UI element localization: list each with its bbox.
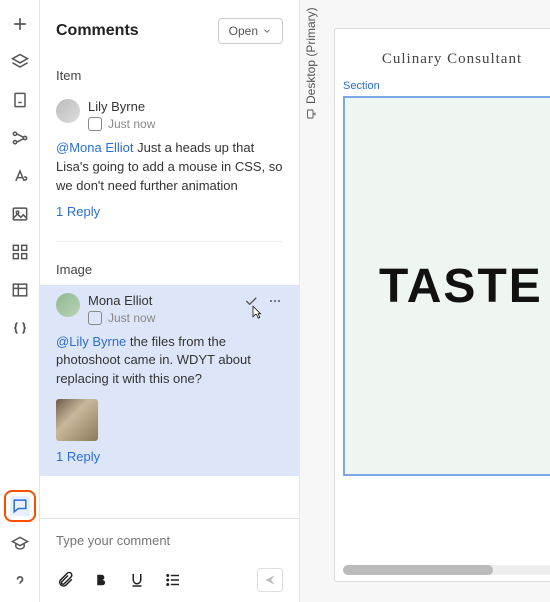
grid-icon[interactable] [10, 242, 30, 262]
mention[interactable]: @Lily Byrne [56, 334, 126, 349]
canvas-area: Desktop (Primary) Culinary Consultant Se… [300, 0, 550, 602]
preview-frame[interactable]: Culinary Consultant Section TASTE [334, 28, 550, 582]
comment-body: @Mona Elliot Just a heads up that Lisa's… [56, 139, 283, 196]
section-label-item: Item [40, 58, 299, 91]
page-heading: Culinary Consultant [335, 29, 550, 80]
bold-icon[interactable] [92, 571, 110, 589]
section-tag[interactable]: Section [335, 80, 550, 92]
learn-icon[interactable] [10, 534, 30, 554]
list-icon[interactable] [164, 571, 182, 589]
send-button[interactable] [257, 568, 283, 592]
connections-icon[interactable] [10, 128, 30, 148]
comment-time: Just now [108, 311, 155, 325]
panel-title: Comments [56, 22, 139, 40]
add-icon[interactable] [10, 14, 30, 34]
layers-icon[interactable] [10, 52, 30, 72]
mention[interactable]: @Mona Elliot [56, 140, 134, 155]
help-icon[interactable] [10, 572, 30, 592]
left-toolbar [0, 0, 40, 602]
check-icon[interactable] [243, 293, 259, 309]
reply-link[interactable]: 1 Reply [56, 204, 100, 219]
comment-input[interactable] [40, 519, 299, 562]
more-icon[interactable] [267, 293, 283, 309]
hero-section[interactable]: TASTE [343, 96, 550, 476]
filter-dropdown[interactable]: Open [218, 18, 283, 44]
comment-thread[interactable]: Lily Byrne Just now @Mona Elliot Just a … [40, 91, 299, 231]
text-icon[interactable] [10, 166, 30, 186]
comments-panel: Comments Open Item Lily Byrne Just now @ [40, 0, 300, 602]
resolve-checkbox[interactable] [88, 311, 102, 325]
avatar [56, 99, 80, 123]
attachment-thumbnail[interactable] [56, 399, 98, 441]
viewport-label[interactable]: Desktop (Primary) [304, 7, 318, 120]
attach-icon[interactable] [56, 571, 74, 589]
horizontal-scrollbar[interactable] [343, 565, 550, 575]
underline-icon[interactable] [128, 571, 146, 589]
code-icon[interactable] [10, 318, 30, 338]
section-label-image: Image [40, 252, 299, 285]
divider [56, 241, 283, 242]
page-icon[interactable] [10, 90, 30, 110]
comment-author: Lily Byrne [88, 99, 155, 114]
comments-nav-icon[interactable] [10, 496, 30, 516]
image-icon[interactable] [10, 204, 30, 224]
chevron-down-icon [262, 26, 272, 36]
reply-link[interactable]: 1 Reply [56, 449, 100, 464]
comment-author: Mona Elliot [88, 293, 155, 308]
comment-thread[interactable]: Mona Elliot Just now @Lily Byrne the fil… [40, 285, 299, 477]
table-icon[interactable] [10, 280, 30, 300]
comment-time: Just now [108, 117, 155, 131]
comment-composer [40, 518, 299, 602]
comment-body: @Lily Byrne the files from the photoshoo… [56, 333, 283, 390]
avatar [56, 293, 80, 317]
resolve-checkbox[interactable] [88, 117, 102, 131]
hero-text: TASTE [379, 259, 543, 314]
desktop-icon [305, 108, 317, 120]
